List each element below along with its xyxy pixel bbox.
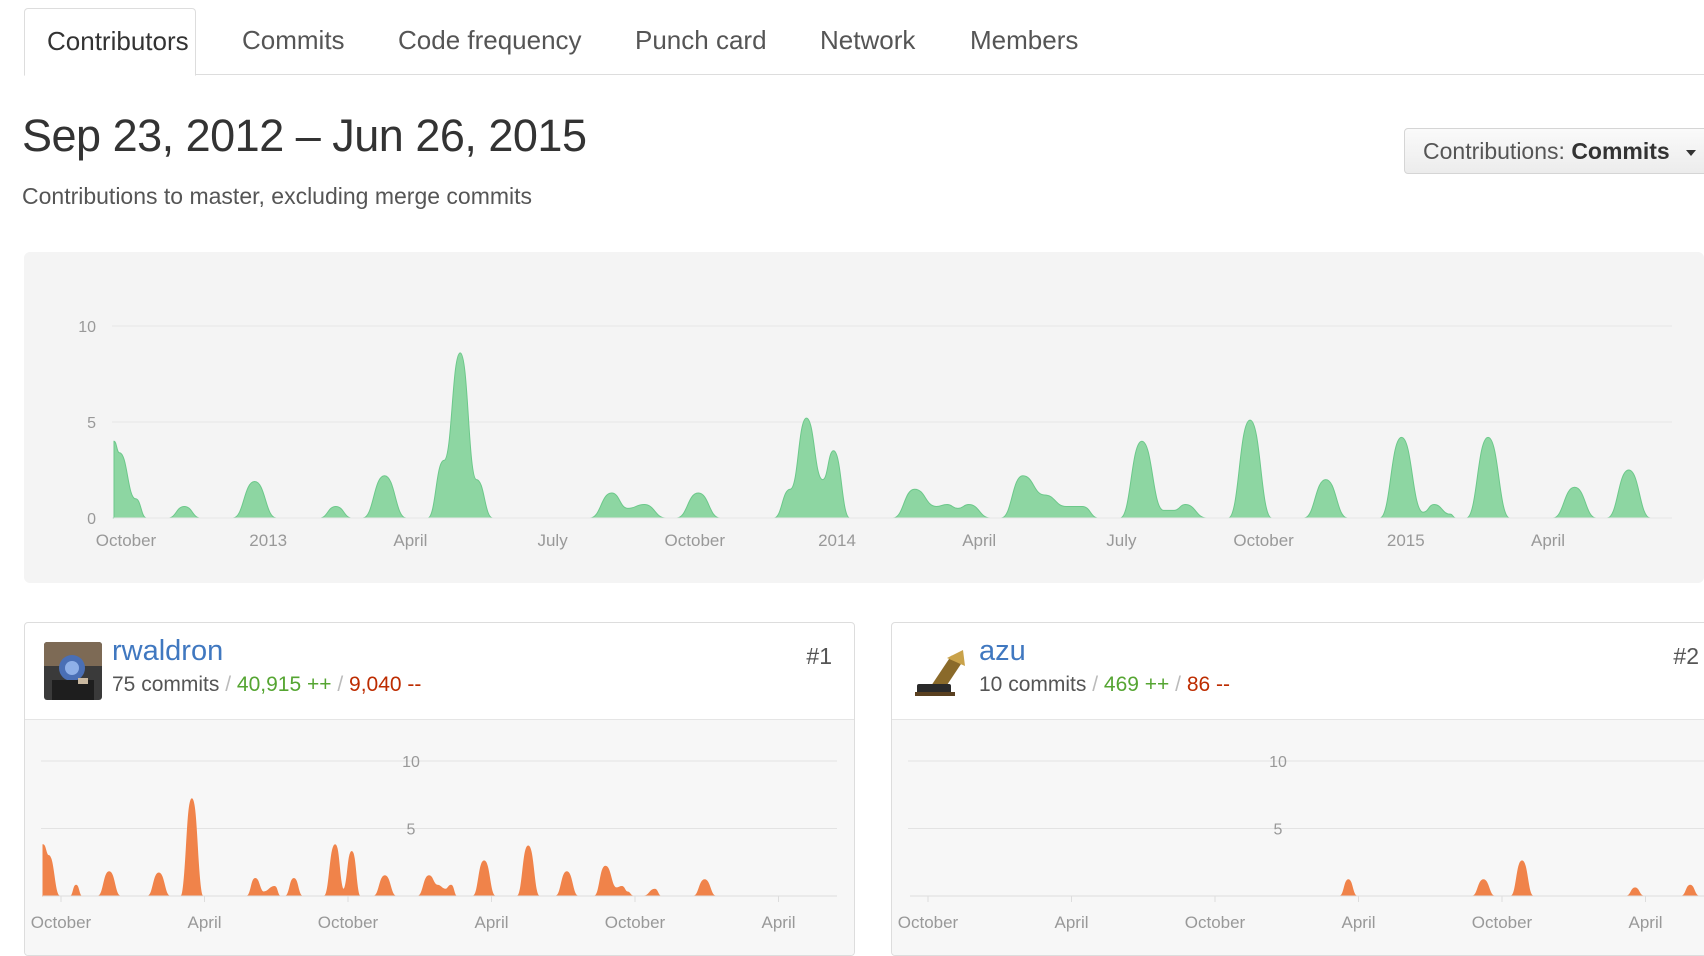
separator: / — [1175, 673, 1181, 696]
tab-code-frequency[interactable]: Code frequency — [398, 8, 582, 75]
contributor-login-link[interactable]: azu — [979, 635, 1026, 668]
deletions-count: 9,040 -- — [349, 673, 422, 696]
contributor-card-header: azu 10 commits / 469 ++ / 86 -- #2 — [892, 623, 1704, 720]
commit-count[interactable]: 10 commits — [979, 673, 1086, 696]
tab-nav: Contributors Commits Code frequency Punc… — [24, 8, 1704, 76]
y-tick-label: 5 — [87, 415, 96, 432]
x-tick-label: July — [537, 531, 568, 550]
series-area[interactable] — [910, 860, 1704, 897]
contributions-select-value: Commits — [1571, 138, 1670, 164]
x-tick-label: April — [761, 913, 795, 932]
x-tick-label: October — [665, 531, 726, 550]
x-tick-label: October — [1185, 913, 1246, 932]
x-tick-label: April — [393, 531, 427, 550]
x-tick-label: April — [962, 531, 996, 550]
x-tick-label: 2014 — [818, 531, 856, 550]
x-tick-label: April — [187, 913, 221, 932]
separator: / — [1092, 673, 1099, 696]
x-tick-label: April — [1341, 913, 1375, 932]
contributions-type-select[interactable]: Contributions: Commits — [1404, 128, 1704, 174]
contributor-card-header: rwaldron 75 commits / 40,915 ++ / 9,040 … — [25, 623, 854, 720]
contributor-stats: 75 commits / 40,915 ++ / 9,040 -- — [112, 673, 421, 697]
x-tick-label: October — [1472, 913, 1533, 932]
series-area[interactable] — [42, 798, 837, 897]
x-tick-label: October — [318, 913, 379, 932]
x-tick-label: October — [1233, 531, 1294, 550]
deletions-count: 86 -- — [1186, 673, 1231, 696]
y-tick-label: 5 — [407, 822, 416, 839]
separator: / — [337, 673, 344, 696]
contributions-select-label: Contributions: — [1423, 138, 1565, 164]
x-tick-label: 2013 — [249, 531, 287, 550]
main-chart-panel: 0 5 10 October 2013 April July October 2014 April… — [24, 252, 1704, 583]
avatar[interactable] — [44, 642, 102, 700]
series-area[interactable] — [113, 352, 1672, 519]
y-tick-label: 0 — [87, 511, 96, 528]
contributor-stats: 10 commits / 469 ++ / 86 -- — [979, 673, 1230, 697]
contributor-card: rwaldron 75 commits / 40,915 ++ / 9,040 … — [24, 622, 855, 956]
x-tick-label: April — [1531, 531, 1565, 550]
x-tick-label: 2015 — [1387, 531, 1425, 550]
y-tick-label: 10 — [1269, 754, 1287, 771]
contributor-rank: #2 — [1673, 643, 1699, 669]
date-range-title: Sep 23, 2012 – Jun 26, 2015 — [22, 110, 587, 161]
y-tick-label: 10 — [402, 754, 420, 771]
contributor-rank: #1 — [806, 643, 832, 669]
tab-commits[interactable]: Commits — [242, 8, 345, 75]
avatar[interactable] — [911, 642, 969, 700]
additions-count: 469 ++ — [1103, 673, 1170, 696]
contributor-commits-chart: 5 10 October April October April October April — [898, 754, 1704, 932]
y-tick-label: 5 — [1274, 822, 1283, 839]
contributor-chart-area: 5 10 October April October April October April — [892, 720, 1704, 955]
tab-members[interactable]: Members — [970, 8, 1078, 75]
x-tick-label: October — [31, 913, 92, 932]
x-tick-label: April — [474, 913, 508, 932]
additions-count: 40,915 ++ — [236, 673, 332, 696]
x-tick-label: April — [1054, 913, 1088, 932]
caret-down-icon — [1686, 149, 1697, 156]
x-tick-label: July — [1106, 531, 1137, 550]
contributor-card: azu 10 commits / 469 ++ / 86 -- #2 5 10 Oc… — [891, 622, 1704, 956]
separator: / — [225, 673, 232, 696]
contributor-login-link[interactable]: rwaldron — [112, 635, 223, 668]
contributor-commits-chart: 5 10 October April October April October April — [31, 754, 837, 932]
tab-contributors[interactable]: Contributors — [24, 8, 196, 76]
tab-network[interactable]: Network — [820, 8, 915, 75]
x-tick-label: April — [1628, 913, 1662, 932]
x-tick-label: October — [96, 531, 157, 550]
contributor-chart-area: 5 10 October April October April October April — [25, 720, 854, 955]
y-tick-label: 10 — [78, 319, 96, 336]
x-tick-label: October — [605, 913, 666, 932]
x-tick-label: October — [898, 913, 959, 932]
main-commits-chart: 0 5 10 October 2013 April July October 2014 April… — [78, 319, 1672, 550]
commit-count[interactable]: 75 commits — [112, 673, 219, 696]
date-range-subtitle: Contributions to master, excluding merge… — [22, 183, 533, 209]
tab-punch-card[interactable]: Punch card — [635, 8, 767, 75]
